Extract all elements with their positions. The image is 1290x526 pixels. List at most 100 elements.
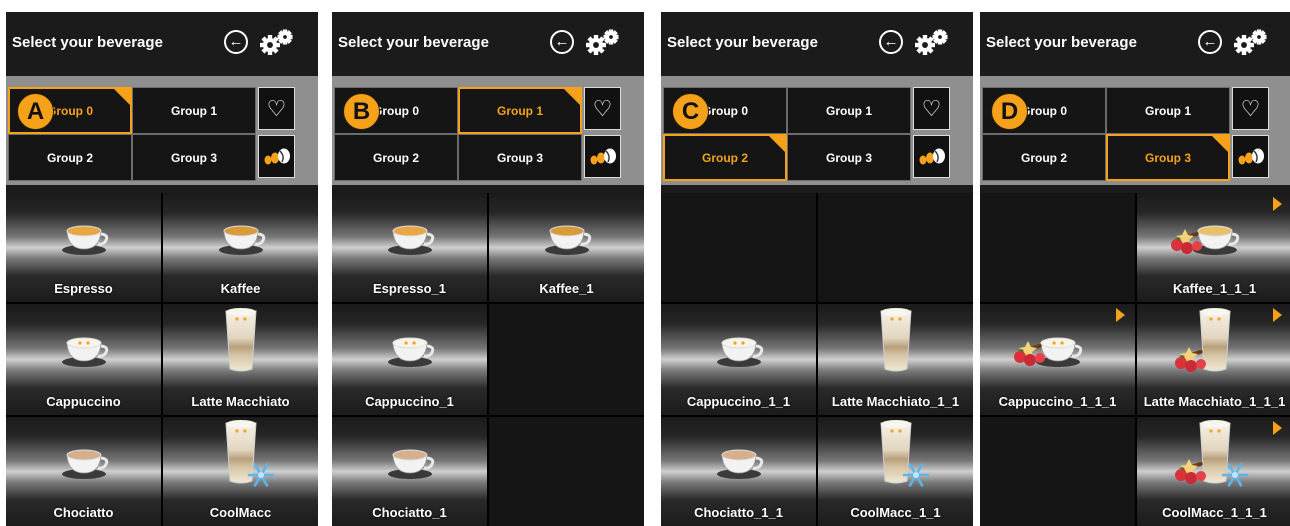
beverage-panel-b: Select your beverage ← Group 0 Group 1 Group… bbox=[332, 12, 644, 526]
gears-icon bbox=[1234, 29, 1267, 55]
back-button[interactable]: ← bbox=[1198, 30, 1222, 54]
beverage-grid: Cappuccino_1_1 Latte Macchiato_1_1 Chociat… bbox=[661, 193, 973, 526]
group-tab-2[interactable]: Group 2 bbox=[8, 134, 132, 181]
cup-graphic bbox=[717, 337, 764, 367]
beverage-panel-d: Select your beverage ← Group 0 Group 1 Group… bbox=[980, 12, 1290, 526]
cup-graphic bbox=[388, 449, 435, 479]
group-tab-1[interactable]: Group 1 bbox=[458, 87, 582, 134]
page-title: Select your beverage bbox=[986, 34, 1137, 51]
beverage-panel-a: Select your beverage ← Group 0 Group 1 Group… bbox=[6, 12, 318, 526]
settings-button[interactable] bbox=[256, 28, 296, 58]
group-tab-1[interactable]: Group 1 bbox=[1106, 87, 1230, 134]
beverage-tile[interactable]: Cappuccino_1_1_1 bbox=[980, 304, 1135, 415]
back-arrow-icon: ← bbox=[554, 33, 570, 50]
beverage-tile[interactable]: Cappuccino_1_1 bbox=[661, 304, 816, 415]
beverage-tile[interactable]: Cappuccino_1 bbox=[332, 304, 487, 415]
group-tab-3[interactable]: Group 3 bbox=[787, 134, 911, 181]
empty-tile bbox=[980, 417, 1135, 526]
back-button[interactable]: ← bbox=[224, 30, 248, 54]
play-indicator-icon bbox=[1116, 308, 1125, 322]
group-tab-label: Group 2 bbox=[46, 150, 93, 165]
coffee-beans-icon bbox=[1238, 148, 1264, 164]
beverage-tile[interactable]: Kaffee_1_1_1 bbox=[1137, 193, 1290, 302]
beverage-tile[interactable]: Chociatto bbox=[6, 417, 161, 526]
page-title: Select your beverage bbox=[338, 34, 489, 51]
group-tab-3[interactable]: Group 3 bbox=[458, 134, 582, 181]
glass-graphic bbox=[225, 308, 257, 372]
header: Select your beverage ← bbox=[6, 12, 318, 76]
beverage-label: CoolMacc_1_1_1 bbox=[1162, 505, 1267, 520]
favorites-button[interactable]: ♡ bbox=[258, 87, 295, 130]
gears-icon bbox=[260, 29, 293, 55]
coffee-beans-icon bbox=[919, 148, 945, 164]
beverage-label: CoolMacc bbox=[209, 505, 272, 520]
beverage-tile[interactable]: CoolMacc bbox=[163, 417, 318, 526]
beverage-label: Latte Macchiato bbox=[191, 394, 290, 409]
favorites-button[interactable]: ♡ bbox=[913, 87, 950, 130]
coffee-beans-button[interactable] bbox=[913, 135, 950, 178]
beverage-label: Espresso_1 bbox=[373, 281, 446, 296]
gears-icon bbox=[915, 29, 948, 55]
beverage-tile[interactable]: CoolMacc_1_1 bbox=[818, 417, 973, 526]
favorites-button[interactable]: ♡ bbox=[584, 87, 621, 130]
group-tab-label: Group 3 bbox=[496, 150, 543, 165]
beverage-label: Kaffee_1 bbox=[539, 281, 594, 296]
header: Select your beverage ← bbox=[661, 12, 973, 76]
page-title: Select your beverage bbox=[667, 34, 818, 51]
group-tab-label: Group 3 bbox=[1144, 150, 1191, 165]
beverage-label: Chociatto bbox=[53, 505, 114, 520]
beverage-label: Cappuccino_1_1 bbox=[686, 394, 791, 409]
beverage-tile[interactable]: Latte Macchiato bbox=[163, 304, 318, 415]
group-tab-label: Group 2 bbox=[701, 150, 748, 165]
cup-graphic bbox=[219, 225, 266, 255]
group-tab-1[interactable]: Group 1 bbox=[132, 87, 256, 134]
coffee-beans-button[interactable] bbox=[1232, 135, 1269, 178]
fruit-garnish-graphic bbox=[1175, 459, 1206, 484]
group-tab-2[interactable]: Group 2 bbox=[334, 134, 458, 181]
back-button[interactable]: ← bbox=[879, 30, 903, 54]
beverage-tile[interactable]: Chociatto_1_1 bbox=[661, 417, 816, 526]
settings-button[interactable] bbox=[582, 28, 622, 58]
beverage-tile[interactable]: Espresso bbox=[6, 193, 161, 302]
group-tab-2[interactable]: Group 2 bbox=[982, 134, 1106, 181]
page-title: Select your beverage bbox=[12, 34, 163, 51]
beverage-grid: Kaffee_1_1_1 Cappuccino_1_1_1 Latte Macchi… bbox=[980, 193, 1290, 526]
cup-graphic bbox=[388, 225, 435, 255]
glass-graphic bbox=[880, 420, 930, 487]
beverage-label: Chociatto_1_1 bbox=[694, 505, 783, 520]
beverage-tile[interactable]: Kaffee bbox=[163, 193, 318, 302]
beverage-tile[interactable]: Espresso_1 bbox=[332, 193, 487, 302]
group-tab-1[interactable]: Group 1 bbox=[787, 87, 911, 134]
beverage-tile[interactable]: Chociatto_1 bbox=[332, 417, 487, 526]
heart-icon: ♡ bbox=[592, 95, 613, 121]
beverage-tile[interactable]: Cappuccino bbox=[6, 304, 161, 415]
group-tab-2[interactable]: Group 2 bbox=[663, 134, 787, 181]
header: Select your beverage ← bbox=[332, 12, 644, 76]
coffee-beans-button[interactable] bbox=[258, 135, 295, 178]
cup-graphic bbox=[545, 225, 592, 255]
beverage-label: Cappuccino_1_1_1 bbox=[998, 394, 1117, 409]
back-button[interactable]: ← bbox=[550, 30, 574, 54]
glass-graphic bbox=[225, 420, 275, 487]
settings-button[interactable] bbox=[911, 28, 951, 58]
group-tab-label: Group 2 bbox=[372, 150, 419, 165]
empty-tile bbox=[818, 193, 973, 302]
settings-button[interactable] bbox=[1230, 28, 1270, 58]
beverage-grid: Espresso_1 Kaffee_1 Cappuccino_1 Chociatto_… bbox=[332, 193, 644, 526]
empty-tile bbox=[489, 417, 644, 526]
beverage-tile[interactable]: Latte Macchiato_1_1_1 bbox=[1137, 304, 1290, 415]
group-tab-label: Group 1 bbox=[825, 103, 872, 118]
gears-icon bbox=[586, 29, 619, 55]
beverage-label: Espresso bbox=[54, 281, 113, 296]
beverage-label: Kaffee_1_1_1 bbox=[1172, 281, 1257, 296]
empty-tile bbox=[489, 304, 644, 415]
empty-tile bbox=[980, 193, 1135, 302]
beverage-tile[interactable]: Latte Macchiato_1_1 bbox=[818, 304, 973, 415]
group-tab-3[interactable]: Group 3 bbox=[132, 134, 256, 181]
coffee-beans-button[interactable] bbox=[584, 135, 621, 178]
beverage-tile[interactable]: CoolMacc_1_1_1 bbox=[1137, 417, 1290, 526]
beverage-tile[interactable]: Kaffee_1 bbox=[489, 193, 644, 302]
group-tab-3[interactable]: Group 3 bbox=[1106, 134, 1230, 181]
heart-icon: ♡ bbox=[266, 95, 287, 121]
favorites-button[interactable]: ♡ bbox=[1232, 87, 1269, 130]
